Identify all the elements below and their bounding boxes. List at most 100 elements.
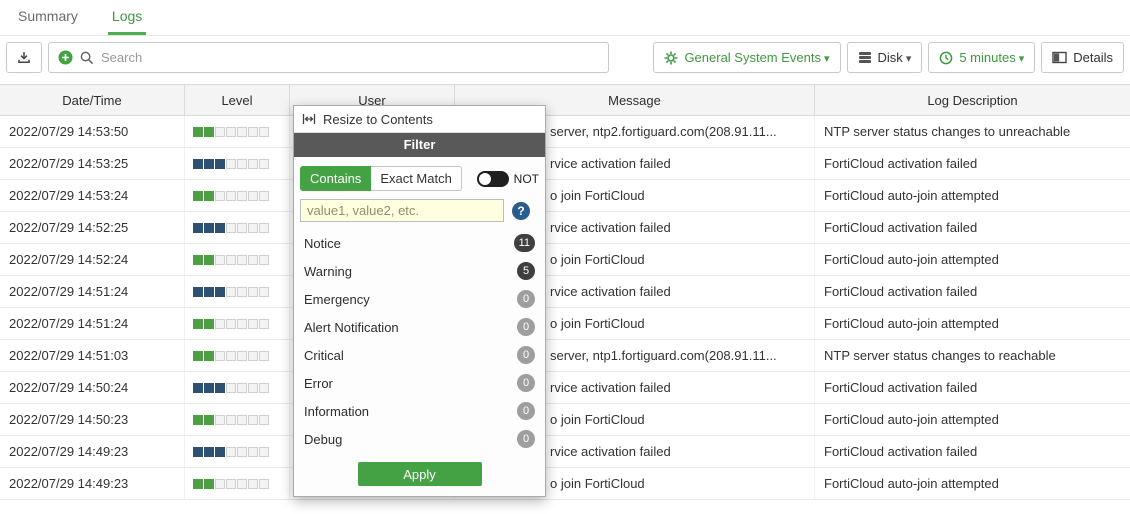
contains-button[interactable]: Contains: [300, 166, 371, 191]
help-icon[interactable]: ?: [512, 202, 530, 220]
table-row[interactable]: 2022/07/29 14:53:50 server, ntp2.fortigu…: [0, 116, 1130, 148]
level-indicator: [185, 116, 290, 147]
not-toggle[interactable]: [477, 171, 509, 187]
filter-option-count: 0: [517, 346, 535, 364]
filter-input-row: ?: [300, 199, 539, 222]
filter-option-list: Notice 11 Warning 5 Emergency 0 Alert No…: [300, 229, 539, 453]
filter-option-row[interactable]: Alert Notification 0: [300, 313, 539, 341]
column-header-datetime[interactable]: Date/Time: [0, 85, 185, 115]
disk-icon: [858, 51, 872, 64]
cell-datetime: 2022/07/29 14:53:50: [0, 116, 185, 147]
table-row[interactable]: 2022/07/29 14:52:24 o join FortiCloud Fo…: [0, 244, 1130, 276]
filter-option-count: 11: [514, 234, 535, 252]
event-type-dropdown[interactable]: General System Events: [653, 42, 840, 73]
level-indicator: [185, 468, 290, 499]
filter-option-row[interactable]: Debug 0: [300, 425, 539, 453]
tab-logs[interactable]: Logs: [108, 0, 146, 35]
filter-option-label: Error: [304, 376, 517, 391]
cell-datetime: 2022/07/29 14:50:24: [0, 372, 185, 403]
log-table-header: Date/Time Level User Message Log Descrip…: [0, 84, 1130, 116]
level-filter-popup: Resize to Contents Filter Contains Exact…: [293, 105, 546, 497]
level-indicator: [185, 340, 290, 371]
download-icon: [17, 51, 31, 64]
tab-bar: Summary Logs: [0, 0, 1130, 36]
table-row[interactable]: 2022/07/29 14:52:25 rvice activation fai…: [0, 212, 1130, 244]
cell-description: NTP server status changes to reachable: [815, 340, 1130, 371]
resize-to-contents-label: Resize to Contents: [323, 112, 433, 127]
details-columns-icon: [1052, 51, 1067, 64]
table-row[interactable]: 2022/07/29 14:53:24 o join FortiCloud Fo…: [0, 180, 1130, 212]
cell-datetime: 2022/07/29 14:52:24: [0, 244, 185, 275]
filter-option-row[interactable]: Error 0: [300, 369, 539, 397]
time-range-dropdown[interactable]: 5 minutes: [928, 42, 1035, 73]
level-indicator: [185, 404, 290, 435]
level-indicator: [185, 372, 290, 403]
exact-match-button[interactable]: Exact Match: [371, 166, 462, 191]
level-indicator: [185, 212, 290, 243]
details-button[interactable]: Details: [1041, 42, 1124, 73]
apply-button[interactable]: Apply: [358, 462, 482, 486]
filter-value-input[interactable]: [300, 199, 504, 222]
filter-option-count: 0: [517, 290, 535, 308]
filter-option-row[interactable]: Emergency 0: [300, 285, 539, 313]
tab-summary[interactable]: Summary: [14, 0, 82, 35]
search-icon: [80, 51, 94, 65]
level-indicator: [185, 180, 290, 211]
filter-option-row[interactable]: Warning 5: [300, 257, 539, 285]
toggle-knob: [479, 173, 491, 185]
column-header-level[interactable]: Level: [185, 85, 290, 115]
toolbar: General System Events Disk 5 minutes Det…: [6, 42, 1124, 73]
add-filter-icon[interactable]: [58, 50, 73, 65]
download-button[interactable]: [6, 42, 42, 73]
search-input[interactable]: [101, 50, 599, 65]
cell-datetime: 2022/07/29 14:50:23: [0, 404, 185, 435]
cell-description: FortiCloud activation failed: [815, 436, 1130, 467]
filter-option-label: Notice: [304, 236, 514, 251]
match-mode-row: Contains Exact Match NOT: [300, 166, 539, 191]
table-row[interactable]: 2022/07/29 14:51:24 rvice activation fai…: [0, 276, 1130, 308]
table-row[interactable]: 2022/07/29 14:51:24 o join FortiCloud Fo…: [0, 308, 1130, 340]
cell-description: FortiCloud activation failed: [815, 276, 1130, 307]
table-row[interactable]: 2022/07/29 14:53:25 rvice activation fai…: [0, 148, 1130, 180]
cell-description: FortiCloud auto-join attempted: [815, 404, 1130, 435]
gear-icon: [664, 51, 678, 65]
filter-option-row[interactable]: Critical 0: [300, 341, 539, 369]
filter-option-label: Emergency: [304, 292, 517, 307]
search-box: [48, 42, 609, 73]
cell-description: NTP server status changes to unreachable: [815, 116, 1130, 147]
cell-description: FortiCloud activation failed: [815, 148, 1130, 179]
log-source-label: Disk: [878, 50, 912, 65]
cell-description: FortiCloud auto-join attempted: [815, 308, 1130, 339]
cell-datetime: 2022/07/29 14:51:03: [0, 340, 185, 371]
filter-popup-body: Contains Exact Match NOT ? Notice 11 War…: [294, 157, 545, 496]
table-row[interactable]: 2022/07/29 14:51:03 server, ntp1.fortigu…: [0, 340, 1130, 372]
resize-to-contents-item[interactable]: Resize to Contents: [294, 106, 545, 133]
cell-datetime: 2022/07/29 14:53:24: [0, 180, 185, 211]
event-type-label: General System Events: [684, 50, 829, 65]
filter-option-label: Debug: [304, 432, 517, 447]
cell-description: FortiCloud auto-join attempted: [815, 468, 1130, 499]
log-source-dropdown[interactable]: Disk: [847, 42, 923, 73]
level-indicator: [185, 276, 290, 307]
filter-option-count: 0: [517, 318, 535, 336]
cell-description: FortiCloud auto-join attempted: [815, 180, 1130, 211]
column-header-description[interactable]: Log Description: [815, 85, 1130, 115]
log-table-body: 2022/07/29 14:53:50 server, ntp2.fortigu…: [0, 116, 1130, 500]
cell-description: FortiCloud activation failed: [815, 212, 1130, 243]
level-indicator: [185, 436, 290, 467]
cell-datetime: 2022/07/29 14:51:24: [0, 308, 185, 339]
table-row[interactable]: 2022/07/29 14:49:23 rvice activation fai…: [0, 436, 1130, 468]
filter-option-row[interactable]: Information 0: [300, 397, 539, 425]
level-indicator: [185, 308, 290, 339]
cell-datetime: 2022/07/29 14:49:23: [0, 468, 185, 499]
table-row[interactable]: 2022/07/29 14:49:23 o join FortiCloud Fo…: [0, 468, 1130, 500]
not-toggle-wrap: NOT: [477, 171, 539, 187]
filter-option-count: 0: [517, 402, 535, 420]
filter-option-row[interactable]: Notice 11: [300, 229, 539, 257]
log-table: Date/Time Level User Message Log Descrip…: [0, 84, 1130, 500]
table-row[interactable]: 2022/07/29 14:50:24 rvice activation fai…: [0, 372, 1130, 404]
filter-option-count: 0: [517, 374, 535, 392]
details-label: Details: [1073, 50, 1113, 65]
table-row[interactable]: 2022/07/29 14:50:23 o join FortiCloud Fo…: [0, 404, 1130, 436]
clock-icon: [939, 51, 953, 65]
